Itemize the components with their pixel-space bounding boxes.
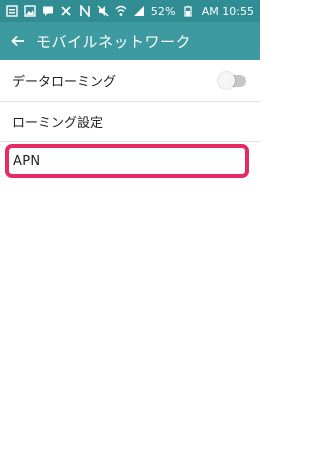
nfc-icon xyxy=(79,5,91,17)
page-title: モバイルネットワーク xyxy=(36,32,192,51)
data-roaming-item[interactable]: データローミング xyxy=(0,60,260,102)
toggle-knob xyxy=(218,71,235,89)
battery-icon xyxy=(182,5,194,17)
status-right-icons: 52% AM 10:55 xyxy=(79,5,254,18)
data-roaming-toggle[interactable] xyxy=(218,71,246,89)
wifi-icon xyxy=(115,5,127,17)
status-left-icons xyxy=(6,5,72,17)
data-roaming-label: データローミング xyxy=(12,75,117,90)
roaming-settings-item[interactable]: ローミング設定 xyxy=(0,102,260,142)
app-bar: モバイルネットワーク xyxy=(0,22,260,60)
status-bar: 52% AM 10:55 xyxy=(0,0,260,22)
apn-item[interactable]: APN xyxy=(5,144,249,178)
signal-icon xyxy=(133,5,145,17)
roaming-settings-label: ローミング設定 xyxy=(12,116,104,131)
back-button[interactable] xyxy=(4,22,32,60)
notification-box-icon xyxy=(6,5,18,17)
battery-percentage: 52% xyxy=(150,4,176,18)
back-arrow-icon xyxy=(11,35,24,47)
clock: AM 10:55 xyxy=(201,4,254,18)
apn-label: APN xyxy=(13,153,41,169)
mute-icon xyxy=(97,5,109,17)
message-icon xyxy=(42,5,54,17)
image-icon xyxy=(24,5,36,17)
settings-list: データローミング ローミング設定 xyxy=(0,60,260,142)
tools-icon xyxy=(60,5,72,17)
